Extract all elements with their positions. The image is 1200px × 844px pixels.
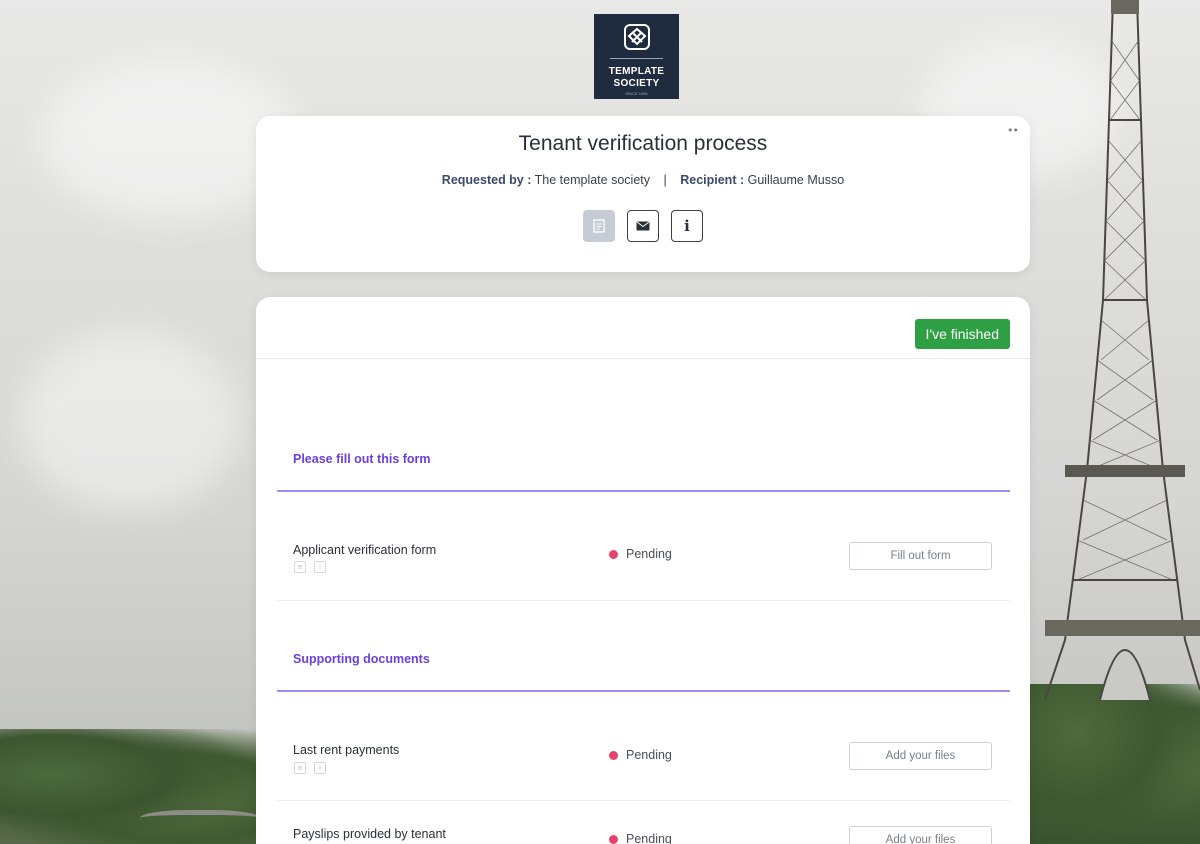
info-icon: i (684, 217, 690, 235)
status-text: Pending (626, 832, 672, 844)
pending-dot-icon (609, 750, 618, 760)
row-mini-icons: ≡ i (294, 561, 326, 573)
row-title-payslips: Payslips provided by tenant (293, 827, 446, 841)
add-files-button[interactable]: Add your files (849, 742, 992, 770)
finished-button[interactable]: I've finished (914, 319, 1010, 349)
section-title-documents: Supporting documents (293, 652, 430, 666)
eiffel-tower-image (1044, 0, 1200, 700)
logo-text-line3: SINCE 1986 (625, 91, 648, 96)
request-meta: Requested by : The template society | Re… (256, 173, 1030, 187)
comment-icon[interactable]: ≡ (294, 561, 306, 573)
page-title: Tenant verification process (518, 132, 768, 155)
message-button[interactable] (627, 210, 659, 242)
comment-icon[interactable]: ≡ (294, 762, 306, 774)
add-files-button[interactable]: Add your files (849, 826, 992, 844)
row-title-applicant-form: Applicant verification form (293, 543, 437, 557)
pending-dot-icon (609, 834, 618, 844)
card-header-divider (256, 358, 1030, 359)
section-divider (277, 490, 1010, 492)
recipient-label: Recipient : (680, 173, 745, 187)
status-badge: Pending (609, 832, 672, 844)
info-small-icon[interactable]: i (314, 762, 326, 774)
logo-emblem-icon (624, 24, 650, 50)
info-button[interactable]: i (671, 210, 703, 242)
logo-text-line1: TEMPLATE (608, 66, 665, 77)
info-small-icon[interactable]: i (314, 561, 326, 573)
status-text: Pending (626, 547, 672, 561)
section-divider (277, 690, 1010, 692)
requested-by-label: Requested by : (441, 173, 532, 187)
row-mini-icons: ≡ i (294, 762, 326, 774)
document-view-button[interactable] (583, 210, 615, 242)
status-badge: Pending (609, 547, 672, 561)
process-header-card: •• Tenant verification process Requested… (256, 116, 1030, 272)
pending-dot-icon (609, 549, 618, 559)
row-title-rent-payments: Last rent payments (293, 743, 400, 757)
row-divider (277, 800, 1010, 801)
recipient-value: Guillaume Musso (747, 173, 845, 187)
fill-out-form-button[interactable]: Fill out form (849, 542, 992, 570)
template-society-logo: TEMPLATE SOCIETY SINCE 1986 (594, 14, 679, 99)
status-text: Pending (626, 748, 672, 762)
status-badge: Pending (609, 748, 672, 762)
row-divider (277, 600, 1010, 601)
requirements-card: I've finished Please fill out this form … (256, 297, 1030, 844)
logo-divider (610, 58, 663, 59)
background-cloud (20, 330, 240, 510)
document-icon (593, 219, 605, 233)
meta-separator: | (663, 173, 667, 187)
section-title-form: Please fill out this form (293, 452, 431, 466)
background-bridge (140, 810, 260, 830)
logo-text-line2: SOCIETY (613, 78, 660, 89)
envelope-icon (636, 221, 650, 231)
background-trees-right (1025, 684, 1200, 844)
header-icon-toolbar: i (583, 210, 703, 242)
requested-by-value: The template society (534, 173, 650, 187)
